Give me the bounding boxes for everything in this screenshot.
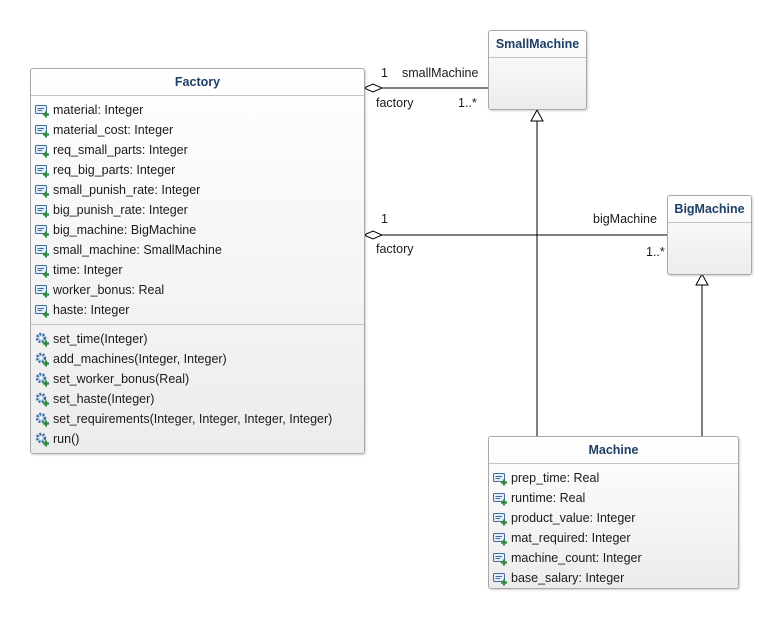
- attribute-row[interactable]: req_small_parts: Integer: [35, 140, 364, 160]
- attribute-row[interactable]: material: Integer: [35, 100, 364, 120]
- attribute-icon: [35, 183, 50, 198]
- operation-icon: [35, 392, 50, 407]
- generalization-arrow-small: [530, 108, 544, 122]
- attribute-text: haste: Integer: [53, 303, 130, 317]
- attribute-text: product_value: Integer: [511, 511, 636, 525]
- attribute-row[interactable]: prep_time: Real: [493, 468, 738, 488]
- attribute-row[interactable]: big_machine: BigMachine: [35, 220, 364, 240]
- attribute-icon: [35, 103, 50, 118]
- attribute-icon: [35, 163, 50, 178]
- operation-text: set_requirements(Integer, Integer, Integ…: [53, 412, 333, 426]
- attribute-text: runtime: Real: [511, 491, 586, 505]
- attribute-icon: [493, 471, 508, 486]
- attribute-icon: [35, 203, 50, 218]
- multiplicity-label: 1..*: [646, 245, 665, 259]
- attribute-icon: [493, 531, 508, 546]
- multiplicity-label: 1..*: [458, 96, 477, 110]
- attribute-icon: [35, 143, 50, 158]
- operation-compartment: set_time(Integer) add_machines(Integer, I…: [31, 324, 364, 453]
- attribute-row[interactable]: runtime: Real: [493, 488, 738, 508]
- operation-text: add_machines(Integer, Integer): [53, 352, 227, 366]
- attribute-text: req_small_parts: Integer: [53, 143, 188, 157]
- multiplicity-label: 1: [381, 212, 388, 226]
- operation-text: run(): [53, 432, 80, 446]
- attribute-row[interactable]: mat_required: Integer: [493, 528, 738, 548]
- class-name: BigMachine: [668, 196, 751, 223]
- operation-row[interactable]: set_time(Integer): [35, 329, 364, 349]
- attribute-icon: [35, 283, 50, 298]
- operation-icon: [35, 432, 50, 447]
- attribute-icon: [493, 551, 508, 566]
- attribute-row[interactable]: product_value: Integer: [493, 508, 738, 528]
- attribute-row[interactable]: haste: Integer: [35, 300, 364, 320]
- attribute-row[interactable]: small_punish_rate: Integer: [35, 180, 364, 200]
- class-smallmachine[interactable]: SmallMachine: [488, 30, 587, 110]
- operation-icon: [35, 372, 50, 387]
- attribute-text: base_salary: Integer: [511, 571, 625, 585]
- attribute-text: big_machine: BigMachine: [53, 223, 197, 237]
- attribute-text: worker_bonus: Real: [53, 283, 165, 297]
- attribute-icon: [493, 571, 508, 586]
- operation-icon: [35, 412, 50, 427]
- generalization-arrow-big: [695, 272, 709, 286]
- attribute-row[interactable]: base_salary: Integer: [493, 568, 738, 588]
- class-name: Machine: [489, 437, 738, 464]
- attribute-row[interactable]: big_punish_rate: Integer: [35, 200, 364, 220]
- role-label: factory: [376, 242, 414, 256]
- operation-icon: [35, 332, 50, 347]
- attribute-text: machine_count: Integer: [511, 551, 642, 565]
- attribute-text: big_punish_rate: Integer: [53, 203, 188, 217]
- attribute-row[interactable]: time: Integer: [35, 260, 364, 280]
- attribute-text: mat_required: Integer: [511, 531, 631, 545]
- attribute-icon: [493, 491, 508, 506]
- attribute-compartment: material: Integer material_cost: Integer r…: [31, 96, 364, 324]
- class-name: Factory: [31, 69, 364, 96]
- operation-row[interactable]: run(): [35, 429, 364, 449]
- attribute-text: prep_time: Real: [511, 471, 600, 485]
- attribute-icon: [35, 243, 50, 258]
- class-machine[interactable]: Machine prep_time: Real runtime: Real prod…: [488, 436, 739, 589]
- operation-row[interactable]: set_haste(Integer): [35, 389, 364, 409]
- multiplicity-label: 1: [381, 66, 388, 80]
- role-label: bigMachine: [593, 212, 657, 226]
- operation-text: set_worker_bonus(Real): [53, 372, 190, 386]
- operation-row[interactable]: set_worker_bonus(Real): [35, 369, 364, 389]
- attribute-icon: [35, 223, 50, 238]
- class-bigmachine[interactable]: BigMachine: [667, 195, 752, 275]
- attribute-compartment: prep_time: Real runtime: Real product_valu…: [489, 464, 738, 592]
- attribute-text: req_big_parts: Integer: [53, 163, 176, 177]
- attribute-row[interactable]: material_cost: Integer: [35, 120, 364, 140]
- attribute-row[interactable]: machine_count: Integer: [493, 548, 738, 568]
- class-name: SmallMachine: [489, 31, 586, 58]
- attribute-text: small_machine: SmallMachine: [53, 243, 222, 257]
- attribute-text: time: Integer: [53, 263, 123, 277]
- attribute-icon: [35, 303, 50, 318]
- class-factory[interactable]: Factory material: Integer material_cost: …: [30, 68, 365, 454]
- operation-row[interactable]: set_requirements(Integer, Integer, Integ…: [35, 409, 364, 429]
- role-label: smallMachine: [402, 66, 479, 80]
- attribute-row[interactable]: small_machine: SmallMachine: [35, 240, 364, 260]
- uml-class-diagram: Factory material: Integer material_cost: …: [0, 0, 781, 618]
- role-label: factory: [376, 96, 414, 110]
- operation-icon: [35, 352, 50, 367]
- attribute-icon: [35, 123, 50, 138]
- attribute-icon: [35, 263, 50, 278]
- attribute-icon: [493, 511, 508, 526]
- operation-text: set_haste(Integer): [53, 392, 155, 406]
- attribute-text: small_punish_rate: Integer: [53, 183, 201, 197]
- operation-row[interactable]: add_machines(Integer, Integer): [35, 349, 364, 369]
- attribute-text: material_cost: Integer: [53, 123, 174, 137]
- attribute-row[interactable]: worker_bonus: Real: [35, 280, 364, 300]
- aggregation-diamond-big: [362, 230, 384, 240]
- aggregation-diamond-small: [362, 83, 384, 93]
- attribute-text: material: Integer: [53, 103, 144, 117]
- operation-text: set_time(Integer): [53, 332, 148, 346]
- attribute-row[interactable]: req_big_parts: Integer: [35, 160, 364, 180]
